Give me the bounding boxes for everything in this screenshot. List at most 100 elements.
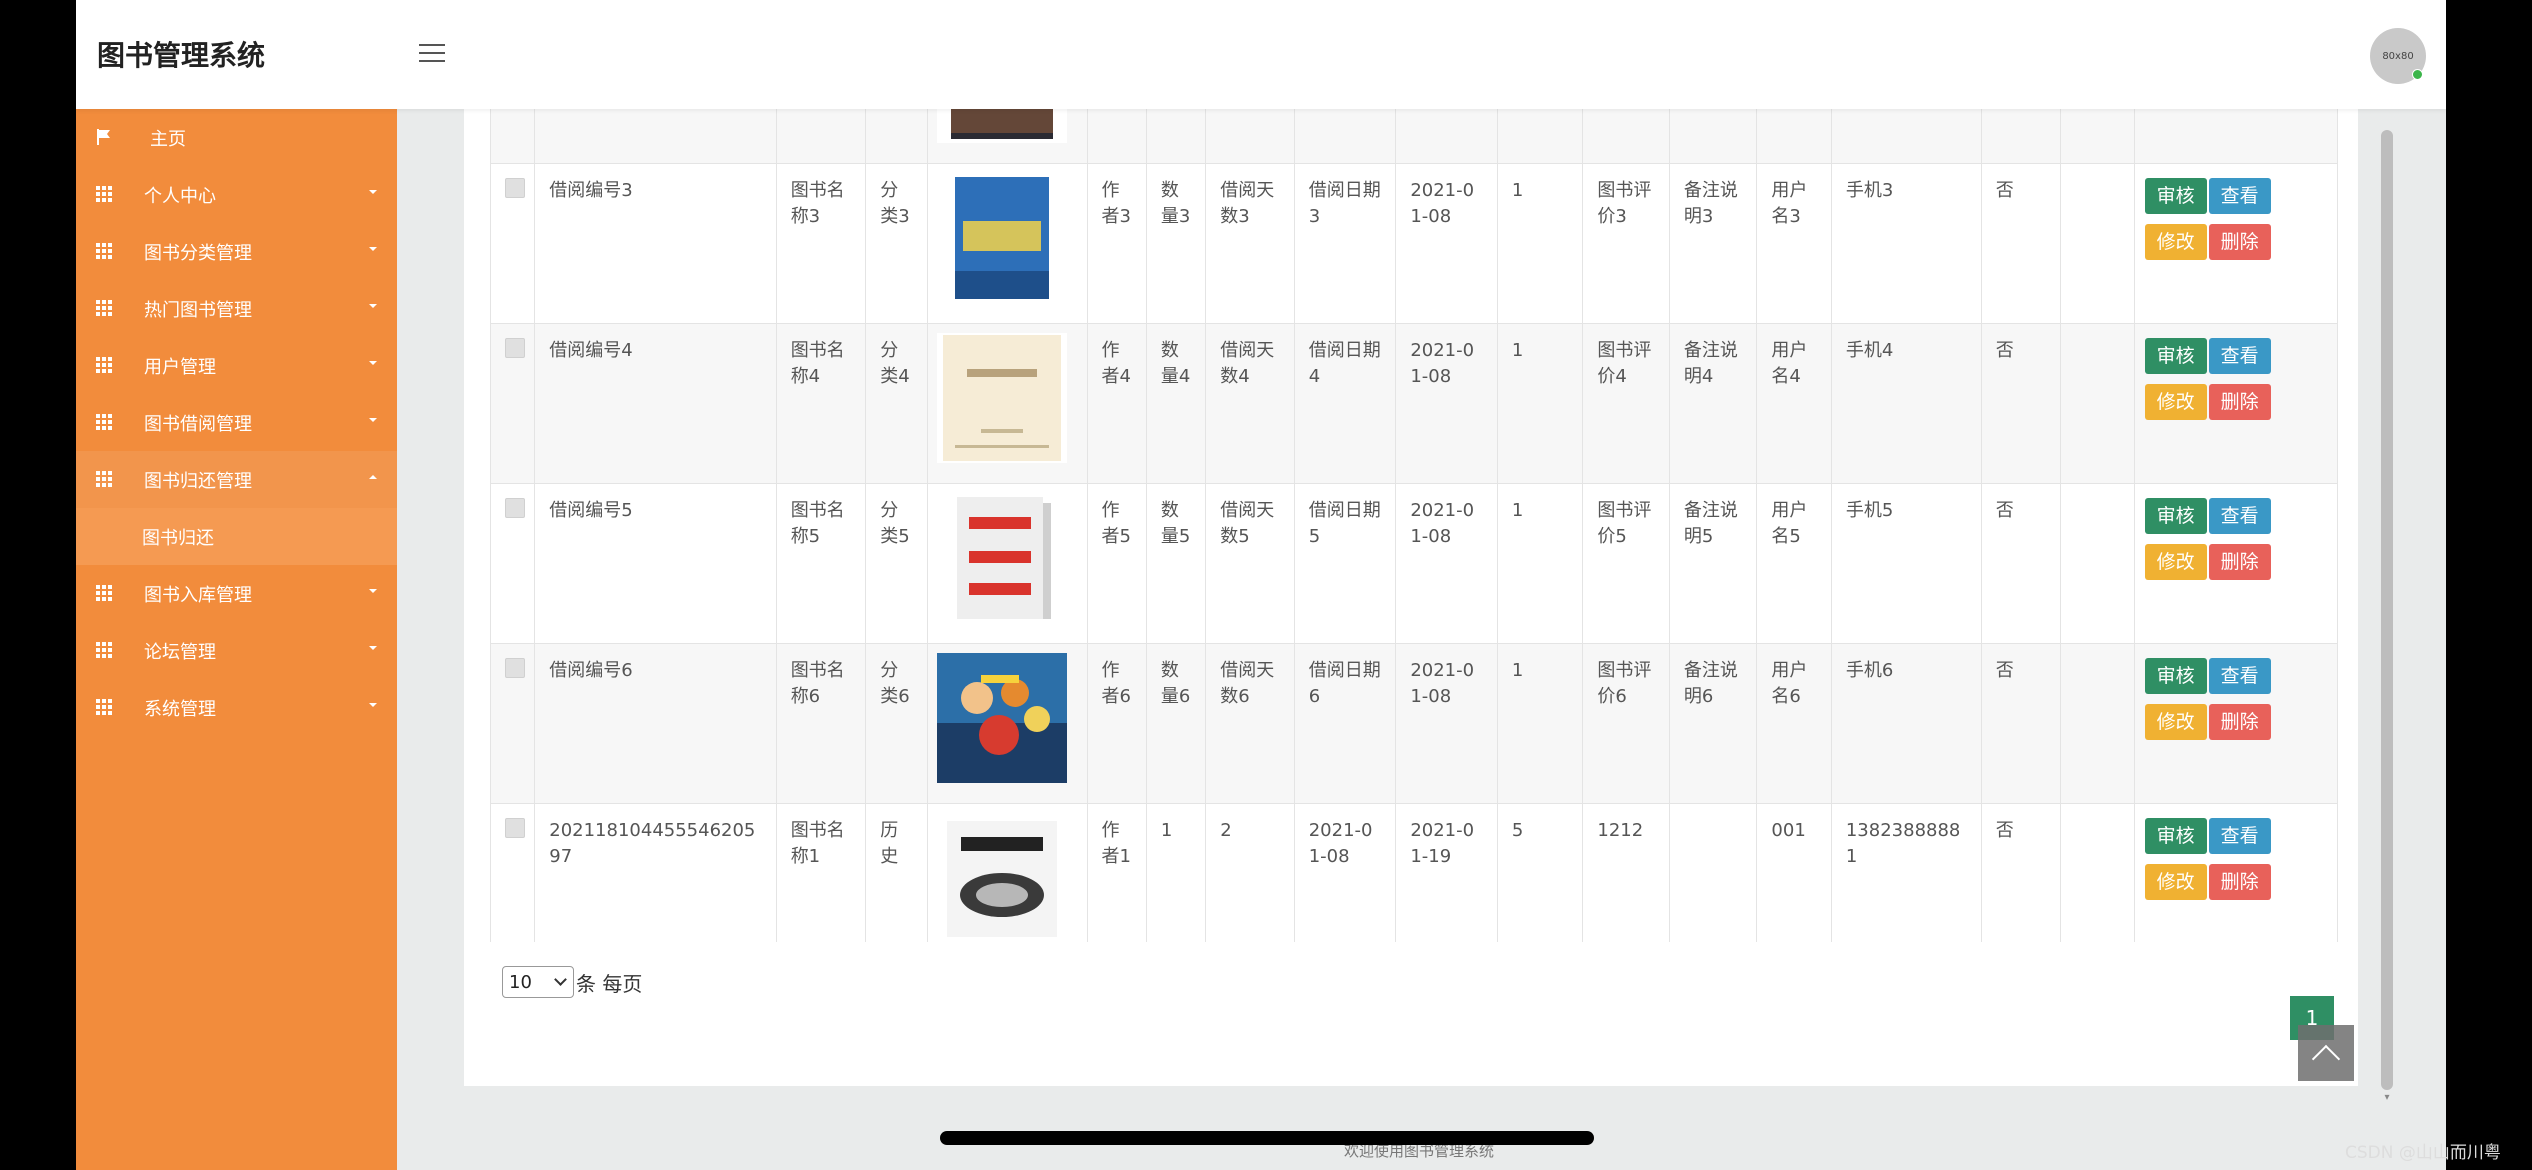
delete-button[interactable]: 删除 — [2208, 224, 2271, 260]
book-cover-image — [936, 493, 1067, 623]
quantity-cell: 数量3 — [1145, 163, 1207, 324]
checkbox-cell — [490, 483, 536, 644]
author-cell: 作者4 — [1086, 323, 1147, 484]
row-checkbox[interactable] — [505, 818, 525, 838]
rating-cell: 图书评价6 — [1582, 643, 1670, 804]
book-cover-image — [936, 813, 1067, 942]
scrollbar[interactable] — [2381, 130, 2393, 1090]
sidebar-item-label: 论坛管理 — [144, 641, 216, 663]
grid-icon — [96, 357, 112, 373]
checkbox-cell — [490, 323, 536, 484]
chevron-down-icon — [369, 190, 377, 194]
approve-button[interactable]: 审核 — [2144, 498, 2207, 534]
table-row: 20211810445554620597 图书名称1 历史 作者1 1 2 2021-01-… — [490, 803, 2338, 942]
sidebar-item-label: 图书入库管理 — [144, 584, 252, 606]
view-button[interactable]: 查看 — [2208, 498, 2271, 534]
view-button[interactable]: 查看 — [2208, 818, 2271, 854]
borrow-days-cell: 借阅天数5 — [1205, 483, 1295, 644]
book-cover-image — [936, 653, 1067, 783]
edit-button[interactable]: 修改 — [2144, 864, 2207, 900]
book-name-cell: 图书名称3 — [775, 163, 867, 324]
borrow-id-cell: 借阅编号6 — [534, 643, 777, 804]
category-cell: 分类6 — [865, 643, 928, 804]
back-to-top-icon[interactable] — [2298, 1025, 2354, 1081]
actions-cell: 审核 查看 修改 删除 — [2133, 643, 2338, 804]
approve-button[interactable]: 审核 — [2144, 658, 2207, 694]
actions-cell: 审核 查看 修改 删除 — [2133, 803, 2338, 942]
sidebar-item-9[interactable]: 系统管理 — [76, 679, 397, 736]
page-size-value: 10 — [509, 971, 532, 993]
empty-cell — [2060, 323, 2135, 484]
note-cell: 备注说明5 — [1668, 483, 1758, 644]
delete-button[interactable]: 删除 — [2208, 864, 2271, 900]
note-cell: 备注说明6 — [1668, 643, 1758, 804]
sidebar-item-label: 个人中心 — [144, 185, 216, 207]
borrow-id-cell: 借阅编号4 — [534, 323, 777, 484]
view-button[interactable]: 查看 — [2208, 338, 2271, 374]
approved-cell: 否 — [1980, 803, 2062, 942]
scroll-down-icon[interactable]: ▾ — [2381, 1092, 2393, 1103]
page-size-select[interactable]: 10 — [502, 966, 574, 998]
approved-cell: 否 — [1980, 163, 2062, 324]
book-cover-image — [936, 333, 1067, 463]
category-cell: 分类4 — [865, 323, 928, 484]
sidebar-item-5[interactable]: 图书借阅管理 — [76, 394, 397, 451]
sidebar-item-3[interactable]: 热门图书管理 — [76, 280, 397, 337]
menu-toggle-icon[interactable] — [419, 44, 445, 64]
sidebar-item-6[interactable]: 图书归还管理 — [76, 451, 397, 508]
row-checkbox[interactable] — [505, 178, 525, 198]
brand-title: 图书管理系统 — [97, 39, 266, 72]
return-date-cell: 2021-01-08 — [1395, 323, 1498, 484]
book-name-cell: 图书名称1 — [775, 803, 867, 942]
count-cell: 1 — [1496, 323, 1584, 484]
delete-button[interactable]: 删除 — [2208, 384, 2271, 420]
table-row: 借阅编号4 图书名称4 分类4 作者4 数量4 借阅天数4 借阅日期4 2021-01-08 1… — [490, 323, 2338, 484]
borrow-days-cell: 借阅天数3 — [1205, 163, 1295, 324]
delete-button[interactable]: 删除 — [2208, 704, 2271, 740]
online-status-icon — [2412, 69, 2423, 80]
username-cell: 用户名4 — [1756, 323, 1832, 484]
borrow-days-cell: 借阅天数6 — [1205, 643, 1295, 804]
approve-button[interactable]: 审核 — [2144, 178, 2207, 214]
edit-button[interactable]: 修改 — [2144, 544, 2207, 580]
sidebar-item-2[interactable]: 图书分类管理 — [76, 223, 397, 280]
approve-button[interactable]: 审核 — [2144, 818, 2207, 854]
grid-icon — [96, 699, 112, 715]
view-button[interactable]: 查看 — [2208, 658, 2271, 694]
username-cell: 用户名3 — [1756, 163, 1832, 324]
empty-cell — [2060, 643, 2135, 804]
edit-button[interactable]: 修改 — [2144, 384, 2207, 420]
table-row: 借阅编号6 图书名称6 分类6 作者6 数量6 借阅天数6 借阅日期6 2021-01-08 1… — [490, 643, 2338, 804]
edit-button[interactable]: 修改 — [2144, 704, 2207, 740]
sidebar-item-8[interactable]: 论坛管理 — [76, 622, 397, 679]
avatar[interactable]: 80x80 — [2370, 28, 2426, 84]
sidebar-item-4[interactable]: 用户管理 — [76, 337, 397, 394]
borrow-id-cell: 借阅编号3 — [534, 163, 777, 324]
edit-button[interactable]: 修改 — [2144, 224, 2207, 260]
count-cell: 1 — [1496, 483, 1584, 644]
sidebar-item-label: 图书归还管理 — [144, 470, 252, 492]
approve-button[interactable]: 审核 — [2144, 338, 2207, 374]
sidebar-item-0[interactable]: 主页 — [76, 109, 397, 166]
watermark: CSDN @山山而川粤 — [2345, 1143, 2501, 1163]
delete-button[interactable]: 删除 — [2208, 544, 2271, 580]
author-cell: 作者3 — [1086, 163, 1147, 324]
table-row: 借阅编号5 图书名称5 分类5 作者5 数量5 借阅天数5 借阅日期5 2021-01-08 1… — [490, 483, 2338, 644]
view-button[interactable]: 查看 — [2208, 178, 2271, 214]
rating-cell: 图书评价4 — [1582, 323, 1670, 484]
return-date-cell: 2021-01-08 — [1395, 483, 1498, 644]
row-checkbox[interactable] — [505, 338, 525, 358]
sidebar-item-1[interactable]: 个人中心 — [76, 166, 397, 223]
phone-cell: 手机6 — [1830, 643, 1982, 804]
username-cell: 用户名6 — [1756, 643, 1832, 804]
chevron-down-icon — [369, 247, 377, 251]
return-date-cell: 2021-01-08 — [1395, 163, 1498, 324]
row-checkbox[interactable] — [505, 498, 525, 518]
cover-cell — [926, 803, 1088, 942]
sidebar-subitem-return[interactable]: 图书归还 — [76, 508, 397, 565]
cover-cell — [926, 163, 1088, 324]
per-page-label: 条 每页 — [576, 972, 643, 996]
row-checkbox[interactable] — [505, 658, 525, 678]
sidebar-item-7[interactable]: 图书入库管理 — [76, 565, 397, 622]
grid-icon — [96, 471, 112, 487]
